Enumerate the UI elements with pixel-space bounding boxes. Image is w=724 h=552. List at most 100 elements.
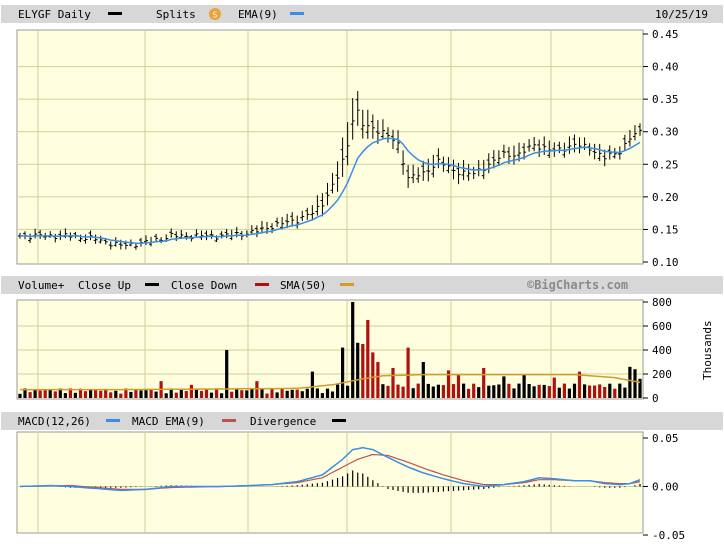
volume-bar (532, 386, 536, 398)
volume-bar (225, 350, 229, 398)
symbol-label: ELYGF Daily (18, 8, 91, 21)
volume-bar (73, 392, 77, 398)
y-tick-label: 0.25 (652, 158, 679, 171)
close-up-swatch (145, 283, 159, 286)
volume-bar (184, 391, 188, 398)
volume-bar (38, 390, 42, 398)
volume-bar (391, 368, 395, 398)
y-tick-label: 600 (652, 320, 672, 333)
chart-date: 10/25/19 (655, 8, 708, 21)
volume-bar (633, 369, 637, 398)
volume-bar (209, 392, 214, 398)
volume-bar (285, 390, 289, 398)
volume-bar (119, 393, 123, 398)
volume-bar (456, 374, 461, 398)
volume-bar (305, 388, 309, 398)
volume-bar (436, 384, 440, 398)
volume-bar (255, 381, 259, 398)
volume-bar (613, 388, 617, 398)
volume-bar (396, 384, 400, 398)
ema-label: EMA(9) (238, 8, 278, 21)
price-y-axis: 0.45 0.40 0.35 0.30 0.25 0.20 0.15 0.10 (643, 28, 679, 269)
volume-bar (245, 390, 249, 398)
volume-bar (114, 390, 118, 398)
volume-bar (134, 389, 138, 398)
volume-bar (441, 385, 445, 398)
volume-bar (512, 388, 516, 398)
macd-y-axis: 0.05 0.00 -0.05 (643, 432, 685, 542)
splits-badge-letter: S (213, 11, 218, 20)
volume-bar (83, 391, 88, 398)
volume-bar (260, 388, 264, 398)
volume-bar (300, 391, 304, 398)
macd-ema-label: MACD EMA(9) (132, 415, 205, 428)
volume-bar (109, 392, 113, 398)
volume-bar (144, 390, 148, 398)
volume-bar (341, 347, 345, 398)
sma-label: SMA(50) (280, 279, 326, 292)
volume-bar (154, 391, 158, 398)
volume-bar (366, 320, 370, 398)
y-tick-label: 0.00 (652, 481, 679, 494)
volume-bar (537, 384, 541, 398)
volume-bar (426, 383, 430, 398)
volume-bar (462, 383, 466, 398)
splits-label: Splits (156, 8, 196, 21)
volume-bar (230, 391, 234, 398)
y-tick-label: 0.05 (652, 432, 679, 445)
brand-watermark: ©BigCharts.com (527, 278, 628, 292)
volume-bar (623, 387, 627, 398)
volume-bar (310, 371, 314, 398)
volume-bar (204, 388, 209, 398)
close-down-label: Close Down (171, 279, 237, 292)
macd-swatch (106, 419, 120, 422)
volume-bar (351, 302, 355, 398)
volume-bar (361, 344, 365, 398)
y-tick-label: 0.10 (652, 256, 679, 269)
volume-bar (517, 383, 521, 398)
volume-label: Volume+ (18, 279, 65, 292)
volume-bar (421, 362, 425, 398)
volume-bar (290, 389, 294, 398)
volume-bar (487, 385, 491, 398)
volume-bar (149, 389, 153, 398)
volume-bar (567, 388, 571, 398)
chart-stage: ELYGF Daily Splits S EMA(9) 10/25/19 0.4… (0, 0, 724, 549)
volume-bar (235, 389, 239, 398)
volume-bar (94, 389, 98, 398)
y-tick-label: 0.30 (652, 126, 679, 139)
volume-unit-label: Thousands (701, 320, 714, 380)
volume-bar (270, 388, 274, 398)
volume-bar (608, 383, 612, 398)
volume-bar (472, 383, 476, 398)
volume-bar (129, 391, 133, 398)
volume-bar (320, 393, 324, 398)
volume-bar (477, 387, 481, 398)
volume-bar (588, 385, 592, 398)
y-tick-label: 0 (652, 392, 659, 405)
volume-bar (265, 393, 269, 398)
volume-bar (53, 391, 57, 398)
volume-bar (401, 386, 405, 398)
y-tick-label: 400 (652, 344, 672, 357)
volume-bar (522, 374, 526, 398)
volume-bar (330, 391, 335, 398)
volume-bar (598, 384, 602, 398)
volume-bar (275, 392, 279, 398)
volume-bar (386, 385, 390, 398)
volume-bar (628, 366, 632, 398)
y-tick-label: 0.45 (652, 28, 679, 41)
volume-bar (371, 352, 375, 398)
y-tick-label: 200 (652, 368, 672, 381)
volume-bar (220, 393, 224, 398)
volume-bar (199, 391, 204, 398)
volume-bar (451, 384, 456, 398)
volume-bar (618, 383, 622, 398)
close-down-swatch (255, 283, 269, 286)
macd-ema-swatch (222, 419, 236, 422)
y-tick-label: 0.35 (652, 93, 679, 106)
y-tick-label: -0.05 (652, 529, 685, 542)
volume-bar (63, 393, 67, 398)
volume-bar (542, 384, 546, 398)
volume-bar (552, 377, 556, 398)
